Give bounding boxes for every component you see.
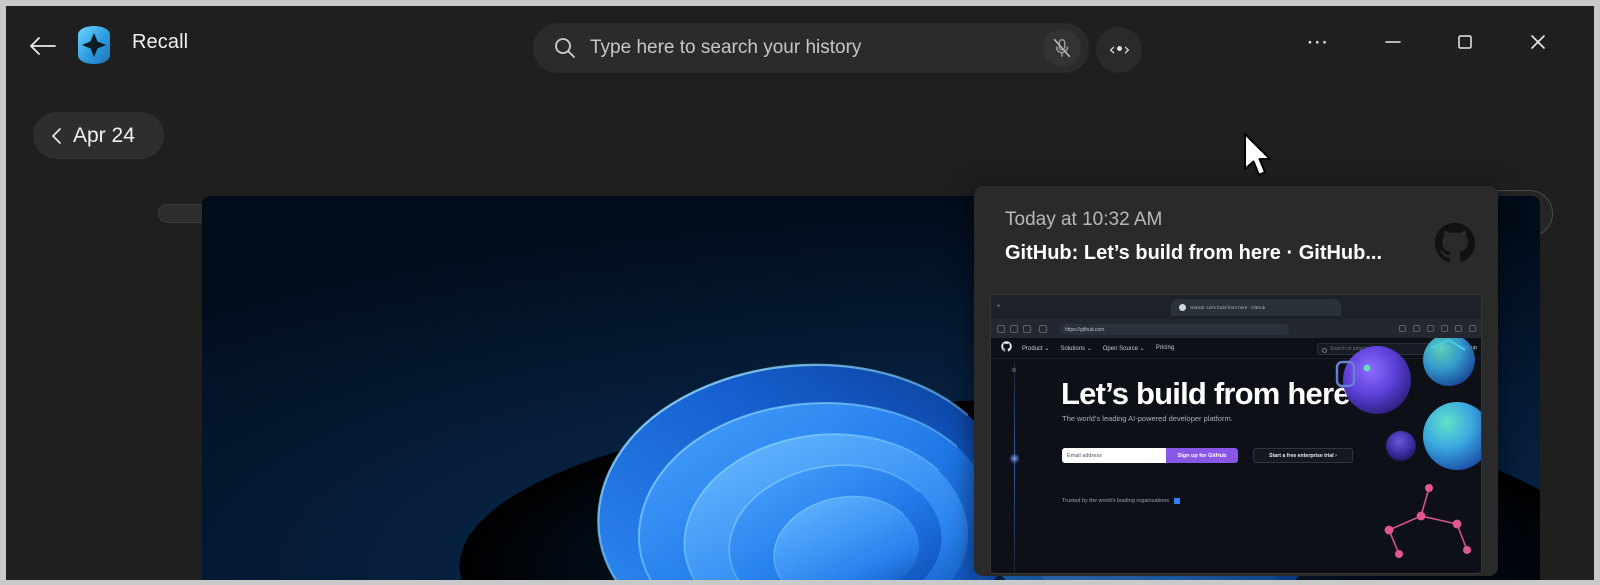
more-options-button[interactable]: ⋯ [1292,14,1344,70]
click-to-do-button[interactable]: ‹•› [1096,27,1142,73]
thumb-github-page: Product ⌄ Solutions ⌄ Open Source ⌄ Pricing… [991,338,1481,573]
microphone-muted-icon[interactable] [1043,29,1081,67]
thumb-email-placeholder: Email address [1067,452,1102,459]
snapshot-tooltip-card[interactable]: Today at 10:32 AM GitHub: Let’s build fr… [974,186,1498,576]
recall-window: Recall Type here to search your history [0,0,1600,585]
search-icon [553,36,577,60]
thumb-home-icon [1039,325,1047,333]
thumb-tab-title: GitHub: Let’s build from here · GitHub [1190,305,1266,310]
github-octocat-icon [1001,339,1012,357]
maximize-button[interactable] [1439,14,1491,70]
ellipsis-icon: ⋯ [1306,29,1330,54]
thumb-email-input: Email address [1062,448,1166,463]
thumb-subheadline: The world’s leading AI-powered developer… [1062,414,1233,423]
thumb-url-text: https://github.com [1065,326,1105,333]
thumb-trusted-text: Trusted by the world’s leading organizat… [1062,498,1170,504]
chevron-left-icon [52,127,61,144]
timeline-bar: Apr 24 Yesterday Today Now [6,86,1594,237]
thumb-hero-marker [1012,368,1016,372]
github-homepage-screenshot: ● GitHub: Let’s build from here · GitHub… [990,294,1482,574]
maximize-icon [1458,35,1472,49]
thumb-star-icon [1399,325,1406,332]
thumb-hero-artwork [1281,338,1481,573]
close-button[interactable] [1512,14,1564,70]
date-pill-button[interactable]: Apr 24 [33,112,164,159]
thumb-extensions-icon [1427,325,1434,332]
thumb-github-nav-item: Open Source ⌄ [1102,345,1145,352]
thumb-tab-favicon-icon [1179,304,1186,311]
thumb-toolbar-icons [1399,325,1476,332]
close-icon [1531,35,1545,49]
card-title: GitHub: Let’s build from here · GitHub..… [1005,242,1383,264]
thumb-github-nav-item: Solutions ⌄ [1060,345,1092,352]
thumb-logo-mark-icon [1174,498,1181,504]
minimize-button[interactable] [1367,14,1419,70]
thumb-refresh-icon [1023,325,1031,333]
search-placeholder-text: Type here to search your history [590,37,862,58]
back-button[interactable] [20,26,64,66]
thumb-signup-label: Sign up for GitHub [1177,452,1227,459]
recall-sparkle-icon [68,20,120,70]
thumb-hero-glow [1009,453,1020,464]
card-timestamp: Today at 10:32 AM [1005,209,1163,230]
thumb-forward-icon [1010,325,1018,333]
thumb-hero-rail [1014,362,1015,573]
thumb-settings-icon [1469,325,1476,332]
search-input[interactable]: Type here to search your history [533,23,1089,73]
thumb-collections-icon [1413,325,1420,332]
thumb-window-dot-icon: ● [997,303,1001,309]
thumb-github-nav-item: Pricing [1155,344,1175,351]
date-pill-label: Apr 24 [73,123,135,147]
title-bar: Recall Type here to search your history [6,6,1594,86]
thumb-signup-button: Sign up for GitHub [1166,448,1238,463]
thumb-browser-urlbar: https://github.com [991,319,1481,338]
github-icon [1434,222,1476,264]
minimize-icon [1385,41,1401,43]
thumb-split-icon [1441,325,1448,332]
thumb-github-nav: Product ⌄ Solutions ⌄ Open Source ⌄ Pricing [1022,345,1174,352]
thumb-github-nav-item: Product ⌄ [1022,345,1050,352]
app-title: Recall [132,31,189,53]
click-to-do-icon: ‹•› [1108,40,1131,60]
thumb-browser-tab: GitHub: Let’s build from here · GitHub [1171,299,1341,316]
arrow-left-icon [30,37,56,55]
thumb-trusted-row: Trusted by the world’s leading organizat… [1062,498,1181,504]
thumb-profile-icon [1455,325,1462,332]
thumb-browser-titlebar: ● GitHub: Let’s build from here · GitHub [991,295,1481,319]
thumb-back-icon [997,325,1005,333]
thumb-url-field: https://github.com [1059,324,1289,335]
